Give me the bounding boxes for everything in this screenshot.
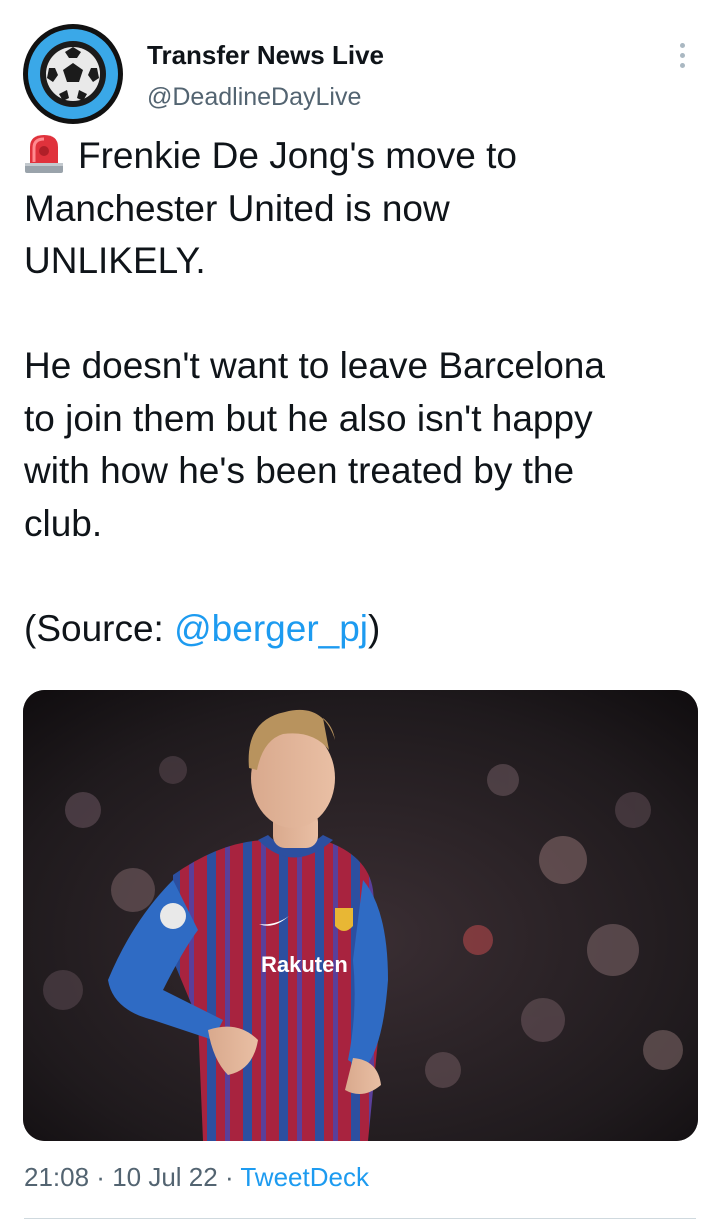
source-prefix: (Source: (24, 607, 175, 649)
tweet-time[interactable]: 21:08 (24, 1162, 89, 1192)
tweet-card: Transfer News Live @DeadlineDayLive Fren… (0, 0, 720, 1230)
tweet-text: Frenkie De Jong's move to Manchester Uni… (24, 130, 704, 655)
tweet-line: Frenkie De Jong's move to (78, 135, 517, 176)
tweet-line: club. (24, 502, 103, 544)
more-dot (679, 62, 685, 68)
separator: · (89, 1162, 113, 1192)
mention-link[interactable]: @berger_pj (174, 608, 368, 649)
tweet-date[interactable]: 10 Jul 22 (112, 1162, 218, 1192)
avatar-ring (28, 29, 118, 119)
tweet-line: to join them but he also isn't happy (24, 397, 593, 439)
source-suffix: ) (368, 607, 381, 649)
player-photo: Rakuten (23, 690, 698, 1141)
more-dot (679, 52, 685, 58)
tweet-client-link[interactable]: TweetDeck (240, 1162, 369, 1192)
rotating-light-icon (25, 135, 63, 173)
more-options-button[interactable] (666, 38, 698, 72)
jersey-sponsor: Rakuten (261, 952, 348, 977)
tweet-line: with how he's been treated by the (24, 450, 575, 491)
tweet-metadata: 21:08 · 10 Jul 22 · TweetDeck (24, 1162, 369, 1193)
author-name[interactable]: Transfer News Live (147, 40, 384, 71)
soccer-ball-icon (40, 41, 106, 107)
tweet-line: UNLIKELY. (24, 240, 206, 281)
tweet-photo[interactable]: Rakuten (23, 690, 698, 1141)
avatar[interactable] (23, 24, 123, 124)
separator: · (217, 1162, 241, 1192)
tweet-source: (Source: @berger_pj) (24, 603, 704, 656)
divider (24, 1218, 696, 1219)
tweet-line: He doesn't want to leave Barcelona (24, 345, 605, 386)
more-dot (679, 42, 685, 48)
tweet-line: Manchester United is now (24, 187, 450, 229)
author-handle[interactable]: @DeadlineDayLive (147, 83, 361, 112)
